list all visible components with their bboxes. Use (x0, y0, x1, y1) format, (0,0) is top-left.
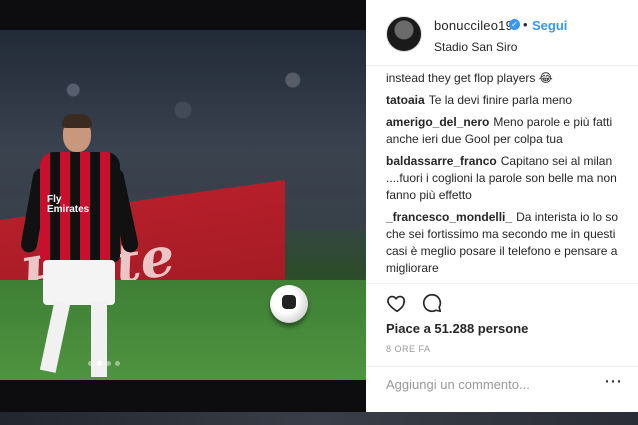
comment-username[interactable]: amerigo_del_nero (386, 115, 489, 129)
likes-count[interactable]: Piace a 51.288 persone (386, 321, 528, 336)
comments-list: instead they get flop players 😂 tatoaia T… (386, 70, 631, 282)
comment-text: instead they get flop players 😂 (386, 71, 553, 85)
username-link[interactable]: bonuccileo19 (434, 18, 513, 33)
list-item: amerigo_del_nero Meno parole e più fatti … (386, 114, 631, 148)
list-item: baldassarre_franco Capitano sei al milan … (386, 153, 631, 204)
avatar[interactable] (386, 16, 422, 52)
player-hair (62, 114, 92, 128)
add-comment-bar: ⋯ (366, 366, 638, 396)
post-photo[interactable]: Plete Fly Emirates (0, 30, 366, 380)
carousel-dot[interactable] (97, 361, 102, 366)
post-header: bonuccileo19 ✓ • Segui Stadio San Siro (366, 0, 638, 66)
carousel-dot[interactable] (106, 361, 111, 366)
heart-icon[interactable] (386, 292, 408, 314)
carousel-dots (88, 361, 120, 366)
bottom-strip (0, 412, 638, 425)
carousel-dot[interactable] (115, 361, 120, 366)
comment-username[interactable]: _francesco_mondelli_ (386, 210, 512, 224)
comment-text: Te la devi finire parla meno (428, 93, 573, 107)
comment-username[interactable]: baldassarre_franco (386, 154, 497, 168)
carousel-dot[interactable] (88, 361, 93, 366)
follow-button[interactable]: Segui (532, 18, 567, 33)
comment-input[interactable] (386, 375, 566, 393)
location-link[interactable]: Stadio San Siro (434, 40, 517, 54)
post-timestamp: 8 ORE FA (386, 344, 431, 354)
instagram-embed: Plete Fly Emirates bonuccileo19 ✓ • Segu… (0, 0, 638, 425)
list-item: _francesco_mondelli_ Da interista io lo s… (386, 209, 631, 277)
more-options-icon[interactable]: ⋯ (604, 371, 622, 392)
verified-badge-icon: ✓ (509, 19, 520, 30)
football (270, 285, 308, 323)
post-actions: Piace a 51.288 persone 8 ORE FA ⋯ (366, 283, 638, 395)
list-item: instead they get flop players 😂 (386, 70, 631, 87)
player: Fly Emirates (19, 90, 140, 380)
separator-dot: • (523, 17, 528, 32)
post-side-panel: bonuccileo19 ✓ • Segui Stadio San Siro i… (366, 0, 638, 412)
comment-icon[interactable] (421, 292, 443, 314)
player-shorts (43, 260, 115, 305)
shirt-sponsor: Fly Emirates (47, 194, 90, 215)
player-leg-left (39, 301, 71, 373)
comment-username[interactable]: tatoaia (386, 93, 425, 107)
list-item: tatoaia Te la devi finire parla meno (386, 92, 631, 109)
